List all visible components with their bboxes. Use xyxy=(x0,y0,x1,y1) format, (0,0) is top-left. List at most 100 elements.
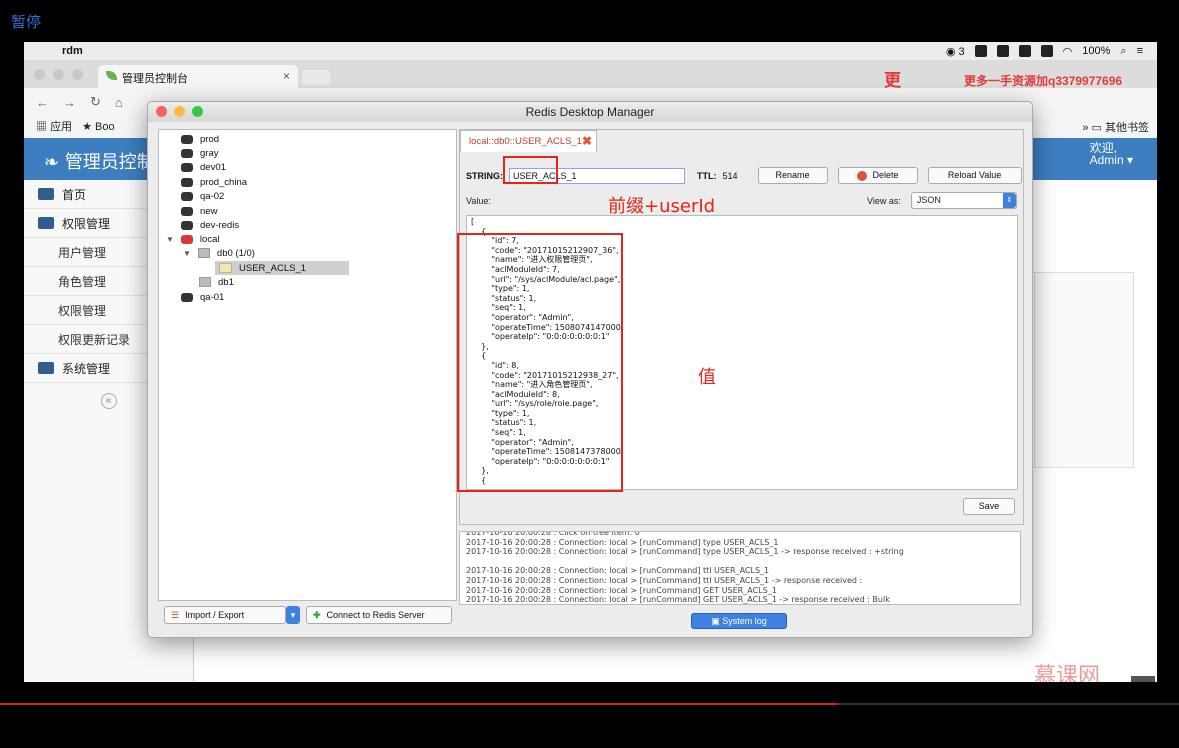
close-button[interactable] xyxy=(156,106,167,117)
tree-server-prod[interactable]: prod xyxy=(181,132,219,146)
value-annotation: 值 xyxy=(698,367,716,388)
user-menu[interactable]: 欢迎, Admin ▾ xyxy=(1090,142,1133,166)
status-icon[interactable] xyxy=(996,45,1009,57)
search-icon[interactable]: ⌕ xyxy=(1120,45,1126,58)
delete-button[interactable]: Delete xyxy=(837,167,918,184)
tree-server-new[interactable]: new xyxy=(181,204,217,218)
tree-label: db1 xyxy=(218,276,234,288)
key-tab[interactable]: local::db0::USER_ACLS_1 ✖ xyxy=(460,130,597,152)
server-icon xyxy=(181,206,193,216)
back-icon[interactable]: ← xyxy=(36,95,49,110)
server-icon xyxy=(181,177,193,187)
tree-label: prod xyxy=(200,133,220,145)
server-icon xyxy=(181,191,193,201)
max-dot[interactable] xyxy=(72,69,83,80)
connect-button[interactable]: ✚ Connect to Redis Server xyxy=(306,606,452,624)
plus-icon: ✚ xyxy=(313,609,321,620)
system-log-tab[interactable]: ▣ System log xyxy=(691,613,787,629)
save-button[interactable]: Save xyxy=(963,498,1015,515)
progress-fill xyxy=(0,703,838,705)
tree-server-local[interactable]: ▼ local xyxy=(166,232,219,246)
select-arrows-icon: ⇕ xyxy=(1002,193,1016,208)
scroll-top-button[interactable]: ^ xyxy=(1131,676,1155,682)
tree-label: local xyxy=(199,233,220,245)
video-progress-bar[interactable] xyxy=(0,703,1179,705)
monitor-icon xyxy=(38,217,54,229)
tree-label: dev-redis xyxy=(200,219,240,231)
tree-db1[interactable]: db1 xyxy=(199,275,234,289)
tree-label: new xyxy=(200,205,218,217)
import-export-button[interactable]: ☰ Import / Export xyxy=(164,606,286,624)
wifi-icon[interactable]: ◠ xyxy=(1063,45,1073,58)
tab-title: 管理员控制台 xyxy=(122,73,188,85)
status-icon[interactable] xyxy=(1018,45,1031,57)
key-tab-label: local::db0::USER_ACLS_1 xyxy=(469,136,583,147)
sidebar-item-label: 用户管理 xyxy=(58,245,107,260)
tree-label: dev01 xyxy=(200,161,226,173)
rdm-titlebar: Redis Desktop Manager xyxy=(148,102,1032,122)
battery-label[interactable]: 100% xyxy=(1082,45,1110,57)
reload-value-button[interactable]: Reload Value xyxy=(927,167,1022,184)
close-dot[interactable] xyxy=(34,69,45,80)
tree-server-gray[interactable]: gray xyxy=(181,146,218,160)
server-icon xyxy=(180,234,193,244)
value-label: Value: xyxy=(466,196,491,206)
other-bookmarks-label: 其他书签 xyxy=(1105,122,1149,134)
server-icon xyxy=(181,162,193,172)
server-icon xyxy=(181,292,193,302)
log-panel[interactable]: 2017-10-16 20:00:28 : Click on tree item… xyxy=(459,531,1021,605)
server-icon xyxy=(181,134,193,144)
view-as-label: View as: xyxy=(867,195,901,206)
tree-label: USER_ACLS_1 xyxy=(239,262,307,274)
status-icon[interactable] xyxy=(974,45,987,57)
view-as-value: JSON xyxy=(916,195,941,205)
list-icon: ☰ xyxy=(171,609,180,620)
new-tab-button[interactable] xyxy=(302,70,330,85)
tree-server-dev01[interactable]: dev01 xyxy=(181,160,226,174)
expand-arrow-icon[interactable]: ▼ xyxy=(183,249,191,258)
close-tab-icon[interactable]: ✖ xyxy=(582,134,592,148)
bookmark-apps[interactable]: ▦ 应用 xyxy=(36,118,72,134)
tab-close-icon[interactable]: × xyxy=(283,69,290,83)
ttl-value: 514 xyxy=(722,170,738,181)
tree-db0[interactable]: ▼ db0 (1/0) xyxy=(183,246,255,260)
sidebar-item-label: 权限管理 xyxy=(62,216,111,231)
collapse-sidebar-icon[interactable]: « xyxy=(100,393,117,409)
tree-label: qa-01 xyxy=(200,291,225,303)
import-export-label: Import / Export xyxy=(185,610,245,620)
import-export-dropdown[interactable]: ▾ xyxy=(286,606,300,624)
bookmark-book[interactable]: ★ Boo xyxy=(82,120,115,133)
tree-label: prod_china xyxy=(200,176,248,188)
minimize-button[interactable] xyxy=(174,106,185,117)
tree-server-qa02[interactable]: qa-02 xyxy=(181,189,224,203)
sidebar-item-label: 权限管理 xyxy=(58,303,107,318)
home-icon[interactable]: ⌂ xyxy=(115,95,123,110)
sidebar-item-label: 系统管理 xyxy=(62,361,111,376)
zoom-button[interactable] xyxy=(192,106,203,117)
pause-label[interactable]: 暂停 xyxy=(11,11,41,32)
key-icon xyxy=(219,263,232,273)
reload-icon[interactable]: ↻ xyxy=(90,94,101,110)
wechat-icon[interactable]: ◉ 3 xyxy=(946,45,965,58)
log-text: 2017-10-16 20:00:28 : Click on tree item… xyxy=(466,531,904,605)
tree-server-prod-china[interactable]: prod_china xyxy=(181,175,247,189)
status-icon[interactable] xyxy=(1040,45,1053,57)
expand-arrow-icon[interactable]: ▼ xyxy=(166,235,174,244)
tree-key-user-acls[interactable]: USER_ACLS_1 xyxy=(215,261,349,275)
min-dot[interactable] xyxy=(53,69,64,80)
system-log-label: System log xyxy=(722,616,767,626)
ttl-label: TTL: xyxy=(697,170,717,181)
tab-bar: 管理员控制台 × 更 更多一手资源加q3379977696 xyxy=(24,60,1157,90)
view-as-select[interactable]: JSON ⇕ xyxy=(910,192,1017,209)
rename-button[interactable]: Rename xyxy=(757,167,828,184)
menu-icon[interactable]: ≡ xyxy=(1137,45,1143,57)
other-bookmarks[interactable]: » ▭ 其他书签 xyxy=(1082,119,1149,135)
tree-server-qa01[interactable]: qa-01 xyxy=(181,290,224,304)
sidebar-item-label: 角色管理 xyxy=(58,274,107,289)
content-panel xyxy=(1034,272,1134,468)
tree-server-dev-redis[interactable]: dev-redis xyxy=(181,218,239,232)
browser-tab[interactable]: 管理员控制台 × xyxy=(98,65,298,88)
app-menu[interactable]: rdm xyxy=(62,45,83,57)
rdm-title: Redis Desktop Manager xyxy=(525,105,655,119)
forward-icon[interactable]: → xyxy=(63,95,76,110)
